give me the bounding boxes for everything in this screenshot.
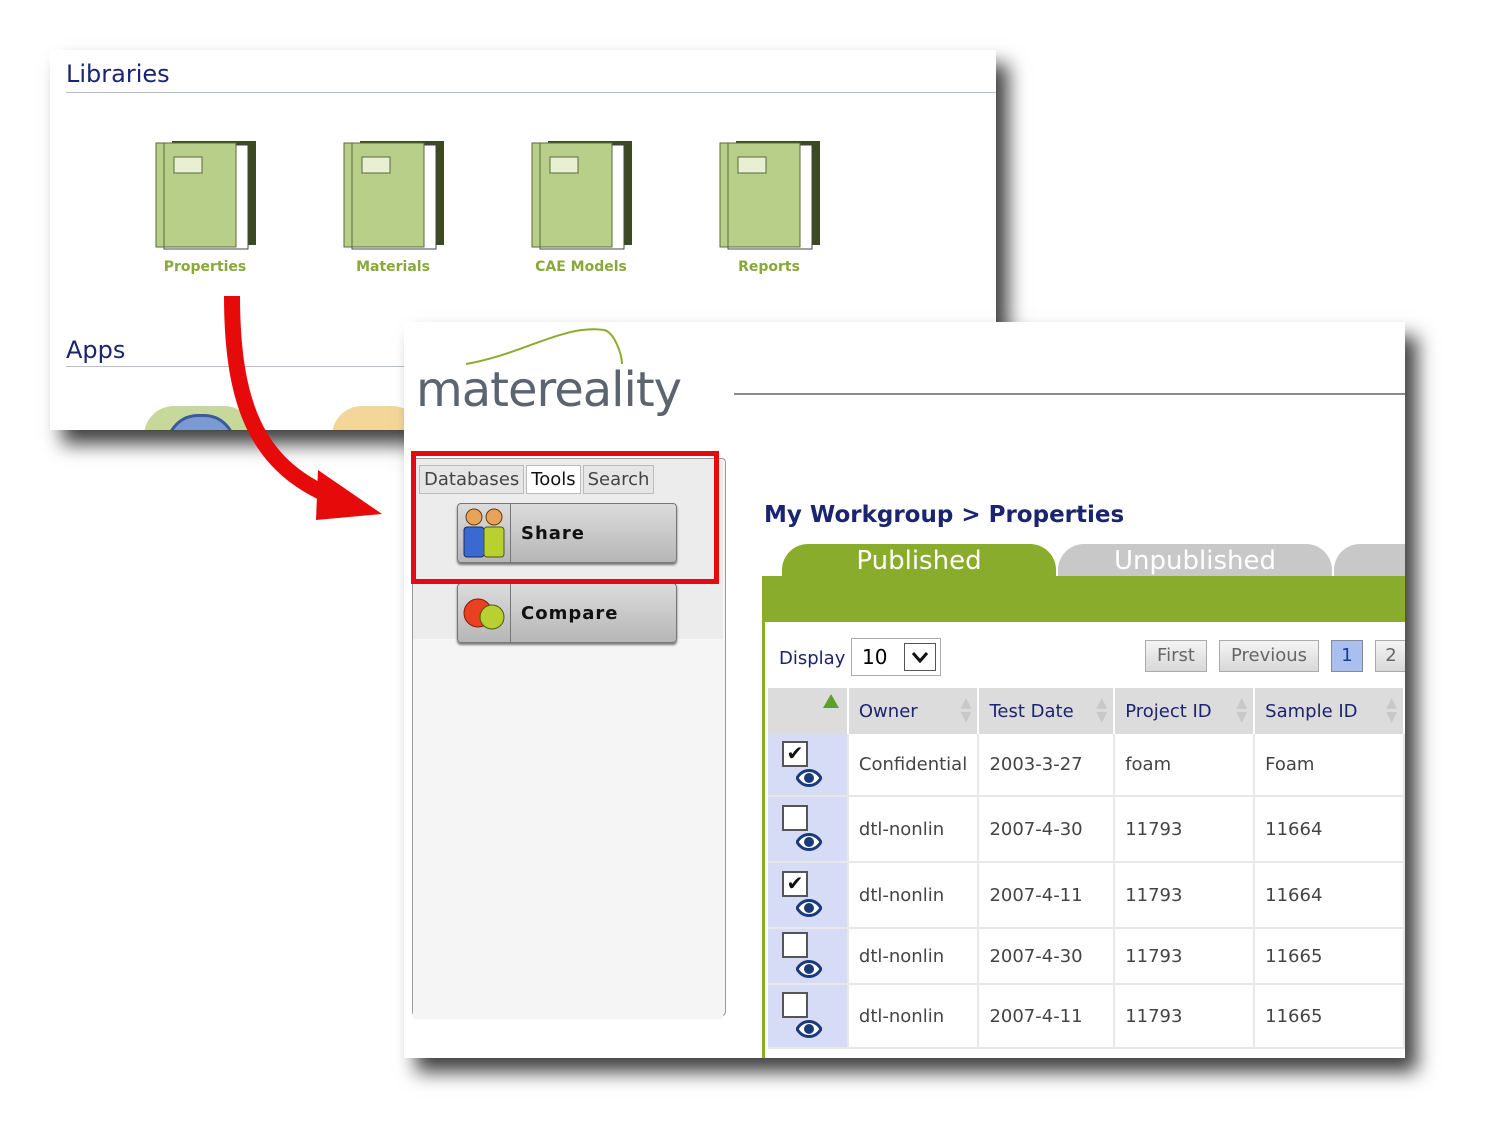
row-select-cell [768, 928, 849, 985]
row-checkbox[interactable] [782, 932, 808, 958]
cell-test-date: 2007-4-30 [978, 928, 1116, 985]
first-page-button[interactable]: First [1145, 640, 1207, 672]
column-label: Project ID [1125, 700, 1212, 722]
sort-icon: ▲ ▼ [1096, 695, 1108, 725]
cell-sample-id: Foam [1254, 734, 1405, 797]
cell-project-id: 11793 [1114, 796, 1256, 863]
page-2-button[interactable]: 2 [1375, 640, 1405, 672]
cell-sample-id: 11665 [1254, 928, 1405, 985]
cell-owner: dtl-nonlin [847, 862, 980, 929]
apple-orange-icon [458, 584, 511, 642]
app-window: matereality Databases Tools Search Share [404, 322, 1405, 1058]
tab-more[interactable] [1334, 544, 1405, 578]
compare-button[interactable]: Compare [457, 583, 677, 643]
column-label: Owner [858, 700, 918, 722]
sort-up-icon [822, 694, 839, 708]
cell-test-date: 2007-4-11 [978, 862, 1116, 929]
chevron-down-icon [904, 643, 936, 671]
table-row[interactable]: dtl-nonlin 2007-4-30 11793 11665 [768, 928, 1405, 985]
cell-sample-id: 11664 [1254, 796, 1405, 863]
table-row[interactable]: ✔ dtl-nonlin 2007-4-11 11793 11664 [768, 862, 1405, 929]
previous-page-button[interactable]: Previous [1219, 640, 1319, 672]
cell-owner: dtl-nonlin [847, 928, 980, 985]
sidebar-body [413, 639, 723, 1019]
breadcrumb: My Workgroup > Properties [764, 502, 1125, 528]
view-eye-icon[interactable] [796, 831, 822, 853]
logo-swoosh-icon [465, 328, 623, 365]
view-eye-icon[interactable] [796, 1018, 822, 1040]
sort-icon: ▲ ▼ [1236, 695, 1248, 725]
tab-published[interactable]: Published [782, 544, 1056, 578]
tab-bar [762, 576, 1405, 622]
compare-label: Compare [521, 602, 619, 624]
column-test-date[interactable]: Test Date ▲ ▼ [978, 688, 1116, 734]
view-eye-icon[interactable] [796, 767, 822, 789]
row-checkbox[interactable] [782, 992, 808, 1018]
row-select-cell: ✔ [768, 862, 849, 929]
view-eye-icon[interactable] [796, 958, 822, 980]
table-row[interactable]: ✔ Confidential 2003-3-27 foam Foam [768, 734, 1405, 797]
results-table: Owner ▲ ▼ Test Date ▲ ▼ Project ID ▲ ▼ Sample … [768, 688, 1405, 1049]
display-count-value: 10 [862, 645, 888, 669]
row-select-cell [768, 796, 849, 863]
select-column-header[interactable] [768, 688, 849, 734]
cell-test-date: 2003-3-27 [978, 734, 1116, 797]
cell-owner: dtl-nonlin [847, 796, 980, 863]
row-checkbox[interactable]: ✔ [782, 740, 808, 767]
cell-test-date: 2007-4-30 [978, 796, 1116, 863]
column-label: Test Date [989, 700, 1074, 722]
cell-project-id: foam [1114, 734, 1256, 797]
tab-unpublished[interactable]: Unpublished [1058, 544, 1332, 578]
display-label: Display [779, 648, 846, 669]
header-divider [734, 393, 1405, 395]
cell-sample-id: 11665 [1254, 984, 1405, 1049]
results-body: ✔ Confidential 2003-3-27 foam Foam dtl-nonlin… [768, 734, 1405, 1049]
cell-test-date: 2007-4-11 [978, 984, 1116, 1049]
display-count-select[interactable]: 10 [851, 638, 941, 676]
row-select-cell [768, 984, 849, 1049]
sort-icon: ▲ ▼ [1386, 695, 1397, 725]
row-checkbox[interactable]: ✔ [782, 871, 808, 897]
results-panel: Display 10 First Previous 1 2 Owner ▲ ▼ Te… [762, 622, 1405, 1058]
column-sample-id[interactable]: Sample ID ▲ ▼ [1254, 688, 1405, 734]
page-1-button[interactable]: 1 [1331, 640, 1363, 672]
cell-owner: dtl-nonlin [847, 984, 980, 1049]
highlight-box [411, 451, 719, 584]
table-row[interactable]: dtl-nonlin 2007-4-30 11793 11664 [768, 796, 1405, 863]
column-owner[interactable]: Owner ▲ ▼ [847, 688, 980, 734]
column-project-id[interactable]: Project ID ▲ ▼ [1114, 688, 1256, 734]
view-eye-icon[interactable] [796, 897, 822, 919]
column-label: Sample ID [1265, 700, 1358, 722]
cell-project-id: 11793 [1114, 984, 1256, 1049]
row-select-cell: ✔ [768, 734, 849, 797]
cell-sample-id: 11664 [1254, 862, 1405, 929]
cell-project-id: 11793 [1114, 928, 1256, 985]
row-checkbox[interactable] [782, 805, 808, 831]
table-row[interactable]: dtl-nonlin 2007-4-11 11793 11665 [768, 984, 1405, 1049]
cell-project-id: 11793 [1114, 862, 1256, 929]
cell-owner: Confidential [847, 734, 980, 797]
sort-icon: ▲ ▼ [960, 695, 972, 725]
logo[interactable]: matereality [416, 362, 682, 418]
